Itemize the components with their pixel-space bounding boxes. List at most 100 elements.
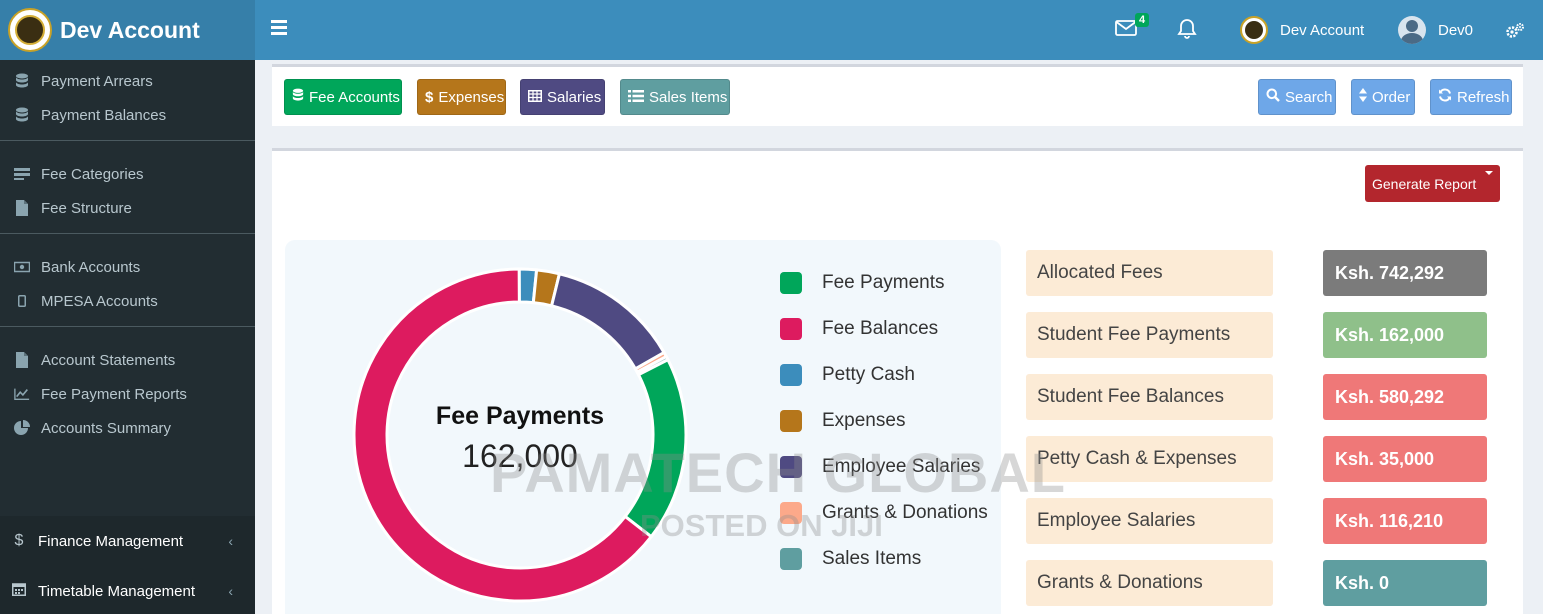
chevron-left-icon: ‹: [228, 583, 233, 599]
avatar: [1398, 16, 1426, 44]
search-icon: [1266, 88, 1280, 106]
legend-item[interactable]: Employee Salaries: [780, 444, 988, 490]
stat-value-badge: Ksh. 580,292: [1323, 374, 1487, 420]
fee-accounts-label: Fee Accounts: [309, 88, 400, 106]
sidebar-item-label: Account Statements: [41, 351, 176, 369]
sidebar: Dev Account Payment Arrears Payment Bala…: [0, 0, 255, 614]
legend-item[interactable]: Fee Payments: [780, 260, 988, 306]
sidebar-item-payment-balances[interactable]: Payment Balances: [0, 98, 255, 132]
sidebar-section-timetable-management[interactable]: Timetable Management ‹: [0, 566, 255, 614]
account-name: Dev Account: [1280, 21, 1365, 39]
dollar-icon: $: [14, 532, 24, 549]
brand-name: Dev Account: [60, 16, 200, 43]
top-navbar: 4 Dev Account Dev0: [255, 0, 1543, 60]
search-label: Search: [1285, 88, 1333, 106]
sales-items-button[interactable]: Sales Items: [620, 79, 730, 115]
account-menu[interactable]: Dev Account: [1240, 16, 1364, 44]
legend-label: Employee Salaries: [822, 456, 981, 477]
fee-accounts-button[interactable]: Fee Accounts: [284, 79, 402, 115]
database-icon: [292, 88, 304, 106]
sales-items-label: Sales Items: [649, 88, 728, 106]
legend-label: Grants & Donations: [822, 502, 988, 523]
sidebar-item-payment-arrears[interactable]: Payment Arrears: [0, 64, 255, 98]
salaries-button[interactable]: Salaries: [520, 79, 605, 115]
bell-icon[interactable]: [1177, 18, 1197, 45]
sidebar-item-label: Payment Arrears: [41, 72, 153, 90]
sidebar-item-bank-accounts[interactable]: Bank Accounts: [0, 250, 255, 284]
sidebar-item-fee-categories[interactable]: Fee Categories: [0, 157, 255, 191]
donut-slice-employee-salaries[interactable]: [549, 271, 667, 371]
legend-swatch: [780, 272, 802, 294]
sidebar-item-fee-structure[interactable]: Fee Structure: [0, 191, 255, 225]
generate-report-label: Generate Report: [1372, 175, 1477, 192]
user-name: Dev0: [1438, 21, 1474, 39]
sidebar-item-account-statements[interactable]: Account Statements: [0, 343, 255, 377]
caret-down-icon: [1485, 171, 1493, 175]
stat-label: Grants & Donations: [1026, 560, 1273, 606]
calendar-icon: [10, 582, 28, 601]
pie-chart-icon: [14, 420, 30, 436]
legend-swatch: [780, 548, 802, 570]
chart-legend: Fee Payments Fee Balances Petty Cash Expens…: [780, 260, 988, 582]
sidebar-group-accounts: Bank Accounts MPESA Accounts: [0, 234, 255, 327]
sidebar-item-label: Fee Payment Reports: [41, 385, 187, 403]
legend-swatch: [780, 410, 802, 432]
stat-row: Student Fee Payments Ksh. 162,000: [1026, 309, 1488, 371]
legend-item[interactable]: Fee Balances: [780, 306, 988, 352]
refresh-button[interactable]: Refresh: [1430, 79, 1512, 115]
chevron-left-icon: ‹: [228, 533, 233, 549]
sidebar-item-label: MPESA Accounts: [41, 292, 158, 310]
sidebar-item-fee-payment-reports[interactable]: Fee Payment Reports: [0, 377, 255, 411]
sidebar-group-balances: Payment Arrears Payment Balances: [0, 60, 255, 141]
sidebar-section-finance-management[interactable]: $ Finance Management ‹: [0, 516, 255, 566]
stat-row: Grants & Donations Ksh. 0: [1026, 557, 1488, 614]
legend-label: Expenses: [822, 410, 906, 431]
sidebar-item-label: Bank Accounts: [41, 258, 141, 276]
sidebar-group-reports: Account Statements Fee Payment Reports A…: [0, 327, 255, 453]
brand[interactable]: Dev Account: [0, 0, 255, 60]
order-button[interactable]: Order: [1351, 79, 1415, 115]
legend-item[interactable]: Sales Items: [780, 536, 988, 582]
search-button[interactable]: Search: [1258, 79, 1336, 115]
money-bill-icon: [14, 259, 30, 275]
legend-item[interactable]: Petty Cash: [780, 352, 988, 398]
dollar-icon: $: [425, 88, 434, 106]
salaries-label: Salaries: [547, 88, 602, 106]
sidebar-item-accounts-summary[interactable]: Accounts Summary: [0, 411, 255, 445]
order-label: Order: [1372, 88, 1411, 106]
stat-label: Allocated Fees: [1026, 250, 1273, 296]
stat-label: Employee Salaries: [1026, 498, 1273, 544]
legend-label: Sales Items: [822, 548, 922, 569]
line-chart-icon: [14, 386, 30, 402]
school-logo: [8, 8, 52, 52]
stat-row: Allocated Fees Ksh. 742,292: [1026, 247, 1488, 309]
sidebar-section-label: Finance Management: [38, 532, 184, 550]
mobile-icon: [14, 293, 30, 309]
file-icon: [14, 200, 30, 216]
legend-item[interactable]: Expenses: [780, 398, 988, 444]
expenses-label: Expenses: [438, 88, 505, 106]
legend-swatch: [780, 502, 802, 524]
sidebar-item-mpesa-accounts[interactable]: MPESA Accounts: [0, 284, 255, 318]
stat-row: Employee Salaries Ksh. 116,210: [1026, 495, 1488, 557]
refresh-label: Refresh: [1457, 88, 1510, 106]
menu-toggle-icon[interactable]: [271, 20, 287, 35]
legend-swatch: [780, 456, 802, 478]
donut-slice-fee-payments[interactable]: [623, 357, 688, 539]
legend-item[interactable]: Grants & Donations: [780, 490, 988, 536]
generate-report-button[interactable]: Generate Report: [1365, 165, 1500, 202]
stats-list: Allocated Fees Ksh. 742,292 Student Fee Pa…: [1026, 247, 1488, 614]
expenses-button[interactable]: $ Expenses: [417, 79, 506, 115]
chart-panel: Fee Payments 162,000 Fee Payments Fee Bal…: [285, 240, 1001, 614]
gears-icon[interactable]: [1505, 22, 1525, 45]
stat-value-badge: Ksh. 742,292: [1323, 250, 1487, 296]
database-icon: [14, 107, 30, 123]
stat-label: Student Fee Balances: [1026, 374, 1273, 420]
table-icon: [528, 89, 542, 106]
user-menu[interactable]: Dev0: [1398, 16, 1473, 44]
sidebar-section-label: Timetable Management: [38, 582, 196, 600]
sidebar-item-label: Fee Structure: [41, 199, 132, 217]
legend-swatch: [780, 318, 802, 340]
sort-icon: [1359, 88, 1367, 106]
legend-label: Petty Cash: [822, 364, 915, 385]
